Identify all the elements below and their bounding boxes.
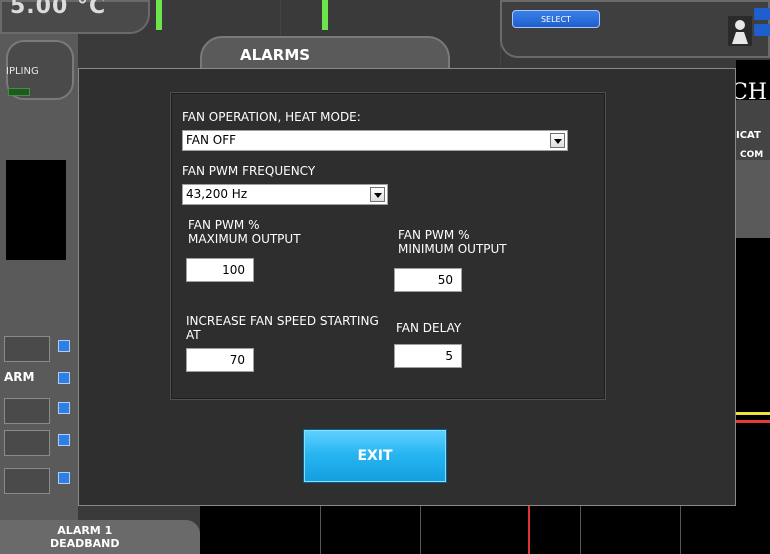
fan-delay-label: FAN DELAY	[396, 321, 462, 335]
fan-pwm-frequency-label: FAN PWM FREQUENCY	[182, 164, 316, 178]
left-field-button[interactable]	[58, 402, 70, 414]
alarm1-label-line1: ALARM 1	[57, 524, 113, 537]
fan-delay-input[interactable]: 5	[394, 344, 462, 368]
right-grey-panel	[736, 160, 770, 238]
fan-pwm-min-label-line1: FAN PWM %	[398, 228, 470, 242]
graph-grid-line	[320, 506, 321, 554]
fan-pwm-min-label: FAN PWM % MINIMUM OUTPUT	[398, 228, 507, 256]
temperature-readout: 5.00 °C	[10, 0, 107, 19]
increase-fan-speed-label: INCREASE FAN SPEED STARTING AT	[186, 314, 379, 342]
graph-trace-red	[736, 420, 770, 423]
status-indicator-green	[322, 0, 328, 30]
left-field-button[interactable]	[58, 340, 70, 352]
fan-pwm-max-label: FAN PWM % MAXIMUM OUTPUT	[188, 218, 301, 246]
fan-operation-value: FAN OFF	[186, 133, 237, 147]
fan-operation-label: FAN OPERATION, HEAT MODE:	[182, 110, 361, 124]
fan-pwm-frequency-select[interactable]: 43,200 Hz	[182, 184, 388, 205]
alarm1-deadband-label: ALARM 1 DEADBAND	[50, 524, 120, 550]
exit-button[interactable]: EXIT	[304, 430, 446, 482]
fan-pwm-max-label-line2: MAXIMUM OUTPUT	[188, 232, 301, 246]
graph-trace-yellow	[736, 412, 770, 415]
fan-pwm-frequency-value: 43,200 Hz	[186, 187, 248, 201]
user-icon[interactable]	[728, 16, 752, 46]
chevron-down-icon[interactable]	[550, 133, 565, 148]
left-field[interactable]	[4, 398, 50, 424]
fan-pwm-min-label-line2: MINIMUM OUTPUT	[398, 242, 507, 256]
app-window: 5.00 °C SELECT ALARMS IPLING ARM ALARM 1…	[0, 0, 770, 554]
graph-grid-line	[680, 506, 681, 554]
com-label: COM	[740, 150, 764, 160]
sampling-label: IPLING	[6, 66, 39, 77]
left-display-area	[6, 160, 66, 260]
graph-grid-line	[420, 506, 421, 554]
increase-fan-speed-input[interactable]: 70	[186, 348, 254, 372]
bottom-graph-area	[200, 506, 736, 554]
left-field-button[interactable]	[58, 472, 70, 484]
graph-marker-red	[528, 506, 530, 554]
increase-fan-speed-label-line2: AT	[186, 328, 201, 342]
sampling-indicator	[8, 88, 30, 96]
small-blue-button[interactable]	[754, 24, 770, 36]
small-blue-button[interactable]	[754, 8, 770, 20]
fan-operation-select[interactable]: FAN OFF	[182, 130, 568, 151]
tab-alarms-label: ALARMS	[240, 46, 311, 64]
fan-pwm-max-input[interactable]: 100	[186, 258, 254, 282]
left-field-button[interactable]	[58, 372, 70, 384]
alarm-row-label: ARM	[4, 370, 35, 384]
communication-label: ICAT	[736, 130, 761, 141]
chevron-down-icon[interactable]	[370, 187, 385, 202]
left-field[interactable]	[4, 336, 50, 362]
status-indicator-green	[156, 0, 162, 30]
select-button[interactable]: SELECT	[512, 10, 600, 28]
increase-fan-speed-label-line1: INCREASE FAN SPEED STARTING	[186, 314, 379, 328]
alarm1-label-line2: DEADBAND	[50, 537, 120, 550]
brand-logo-text: CH	[731, 80, 768, 105]
left-field[interactable]	[4, 430, 50, 456]
left-field[interactable]	[4, 468, 50, 494]
fan-pwm-max-label-line1: FAN PWM %	[188, 218, 260, 232]
left-field-button[interactable]	[58, 434, 70, 446]
fan-pwm-min-input[interactable]: 50	[394, 268, 462, 292]
graph-grid-line	[580, 506, 581, 554]
